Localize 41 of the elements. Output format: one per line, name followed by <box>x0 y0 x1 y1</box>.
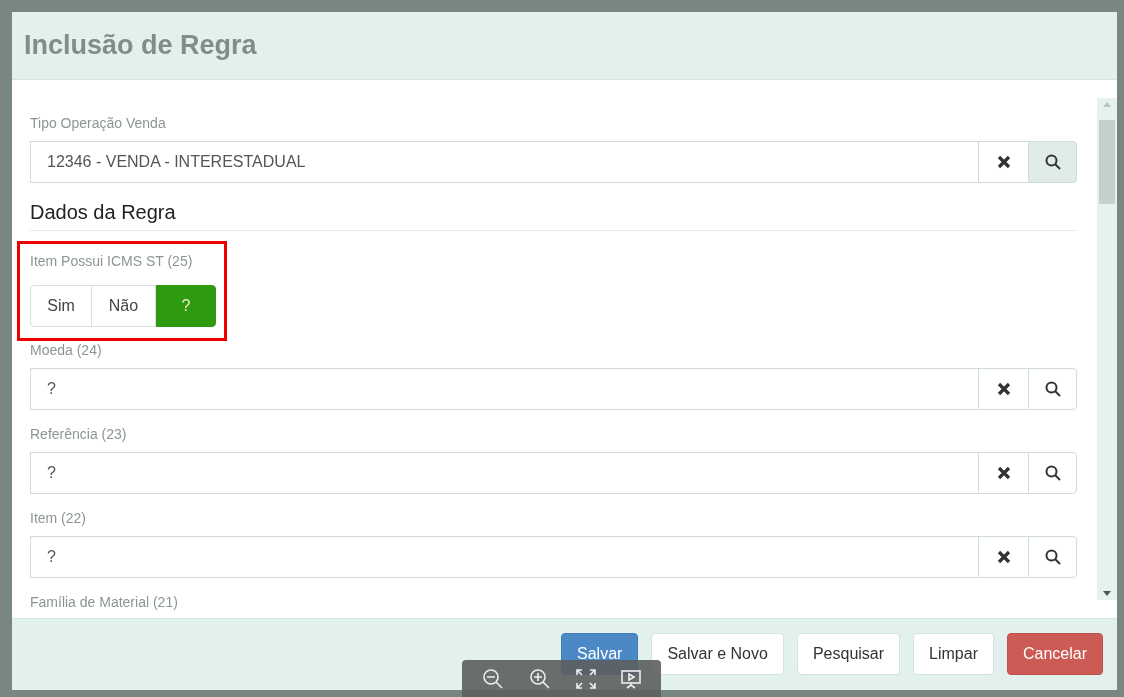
clear-button[interactable] <box>979 452 1028 494</box>
footer-button[interactable]: Pesquisar <box>796 633 901 675</box>
close-icon <box>996 550 1011 564</box>
dialog-title: Inclusão de Regra <box>24 29 257 63</box>
search-icon <box>1044 465 1061 481</box>
field-label: Referência (23) <box>30 425 128 444</box>
scrollbar-thumb[interactable] <box>1099 120 1115 204</box>
search-icon <box>1044 549 1061 565</box>
clear-button[interactable] <box>979 368 1028 410</box>
text-field[interactable]: ? <box>30 368 979 410</box>
close-icon <box>996 466 1011 480</box>
zoom-in-icon[interactable] <box>529 667 552 690</box>
field-label: Item (22) <box>30 509 87 528</box>
text-field[interactable]: 12346 - VENDA - INTERESTADUAL <box>30 141 979 183</box>
option-button[interactable]: Não <box>92 285 156 327</box>
scrollbar[interactable] <box>1097 98 1117 600</box>
option-button[interactable]: Sim <box>30 285 92 327</box>
field-label: Tipo Operação Venda <box>30 114 167 133</box>
zoom-out-icon[interactable] <box>482 667 505 690</box>
fullscreen-icon[interactable] <box>575 668 596 689</box>
section-heading: Dados da Regra <box>30 201 176 223</box>
text-field[interactable]: ? <box>30 452 979 494</box>
footer-button[interactable]: Limpar <box>913 633 994 675</box>
field-label: Moeda (24) <box>30 341 103 360</box>
slideshow-icon[interactable] <box>620 668 641 689</box>
search-button[interactable] <box>1028 141 1077 183</box>
close-icon <box>996 382 1011 396</box>
footer-button[interactable]: Cancelar <box>1006 633 1103 675</box>
field-label: Família de Material (21) <box>30 593 179 612</box>
search-button[interactable] <box>1028 536 1077 578</box>
field-label: Item Possui ICMS ST (25) <box>30 252 194 271</box>
search-button[interactable] <box>1028 452 1077 494</box>
footer-button[interactable]: Salvar e Novo <box>651 633 784 675</box>
search-icon <box>1044 154 1061 170</box>
search-icon <box>1044 381 1061 397</box>
clear-button[interactable] <box>979 536 1028 578</box>
close-icon <box>996 155 1011 169</box>
clear-button[interactable] <box>979 141 1028 183</box>
scroll-down-icon[interactable] <box>1103 591 1111 596</box>
text-field[interactable]: ? <box>30 536 979 578</box>
search-button[interactable] <box>1028 368 1077 410</box>
